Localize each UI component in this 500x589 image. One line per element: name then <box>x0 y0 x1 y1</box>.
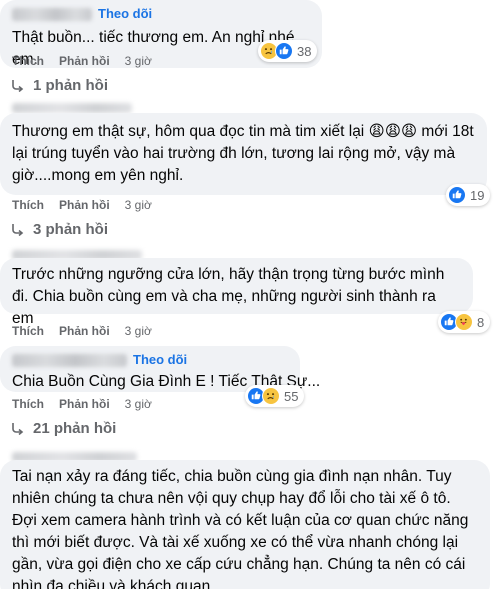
comment-bubble-2: Thương em thật sự, hôm qua đọc tin mà ti… <box>0 113 487 195</box>
reaction-summary[interactable]: 55 <box>245 385 305 407</box>
comment-bubble-5: Tai nạn xảy ra đáng tiếc, chia buồn cùng… <box>0 460 490 589</box>
comment-text: Tai nạn xảy ra đáng tiếc, chia buồn cùng… <box>12 468 469 589</box>
like-action[interactable]: Thích <box>12 397 44 411</box>
view-replies[interactable]: 21 phản hồi <box>12 420 116 437</box>
comment-actions: Thích Phản hồi 3 giờ <box>12 54 152 68</box>
comment-text: Trước những ngưỡng cửa lớn, hãy thận trọ… <box>12 266 445 327</box>
sad-icon <box>262 387 280 405</box>
comment-author-row: Theo dõi <box>12 6 310 22</box>
reaction-count: 19 <box>470 187 485 203</box>
reaction-count: 8 <box>477 314 485 330</box>
comment-time[interactable]: 3 giờ <box>125 397 152 411</box>
view-replies[interactable]: 1 phản hồi <box>12 77 108 94</box>
replies-label[interactable]: 3 phản hồi <box>33 221 108 238</box>
care-icon <box>455 313 473 331</box>
comment-actions: Thích Phản hồi 3 giờ <box>12 198 152 212</box>
reply-arrow-icon <box>12 223 24 236</box>
like-action[interactable]: Thích <box>12 198 44 212</box>
comment-time[interactable]: 3 giờ <box>125 54 152 68</box>
view-replies[interactable]: 3 phản hồi <box>12 221 108 238</box>
reply-action[interactable]: Phản hồi <box>59 324 110 338</box>
reply-action[interactable]: Phản hồi <box>59 397 110 411</box>
comment-author-row: Theo dõi <box>12 352 288 368</box>
like-action[interactable]: Thích <box>12 324 44 338</box>
comment-time[interactable]: 3 giờ <box>125 324 152 338</box>
reply-action[interactable]: Phản hồi <box>59 198 110 212</box>
reply-action[interactable]: Phản hồi <box>59 54 110 68</box>
comment-actions: Thích Phản hồi 3 giờ <box>12 324 152 338</box>
like-icon <box>275 42 293 60</box>
follow-link[interactable]: Theo dõi <box>133 352 187 368</box>
comment-actions: Thích Phản hồi 3 giờ <box>12 397 152 411</box>
reply-arrow-icon <box>12 79 24 92</box>
author-name-blurred[interactable] <box>12 103 132 113</box>
author-name-blurred[interactable] <box>12 353 127 367</box>
like-icon <box>448 186 466 204</box>
replies-label[interactable]: 1 phản hồi <box>33 77 108 94</box>
reaction-summary[interactable]: 38 <box>258 40 318 62</box>
reaction-summary[interactable]: 19 <box>446 184 491 206</box>
like-action[interactable]: Thích <box>12 54 44 68</box>
reaction-count: 38 <box>297 43 312 59</box>
author-name-blurred[interactable] <box>12 7 92 21</box>
reaction-summary[interactable]: 8 <box>438 311 491 333</box>
reply-arrow-icon <box>12 422 24 435</box>
comment-bubble-3: Trước những ngưỡng cửa lớn, hãy thận trọ… <box>0 258 473 327</box>
comment-time[interactable]: 3 giờ <box>125 198 152 212</box>
reaction-count: 55 <box>284 388 299 404</box>
follow-link[interactable]: Theo dõi <box>98 6 152 22</box>
comment-text: Thương em thật sự, hôm qua đọc tin mà ti… <box>12 123 474 184</box>
replies-label[interactable]: 21 phản hồi <box>33 420 116 437</box>
